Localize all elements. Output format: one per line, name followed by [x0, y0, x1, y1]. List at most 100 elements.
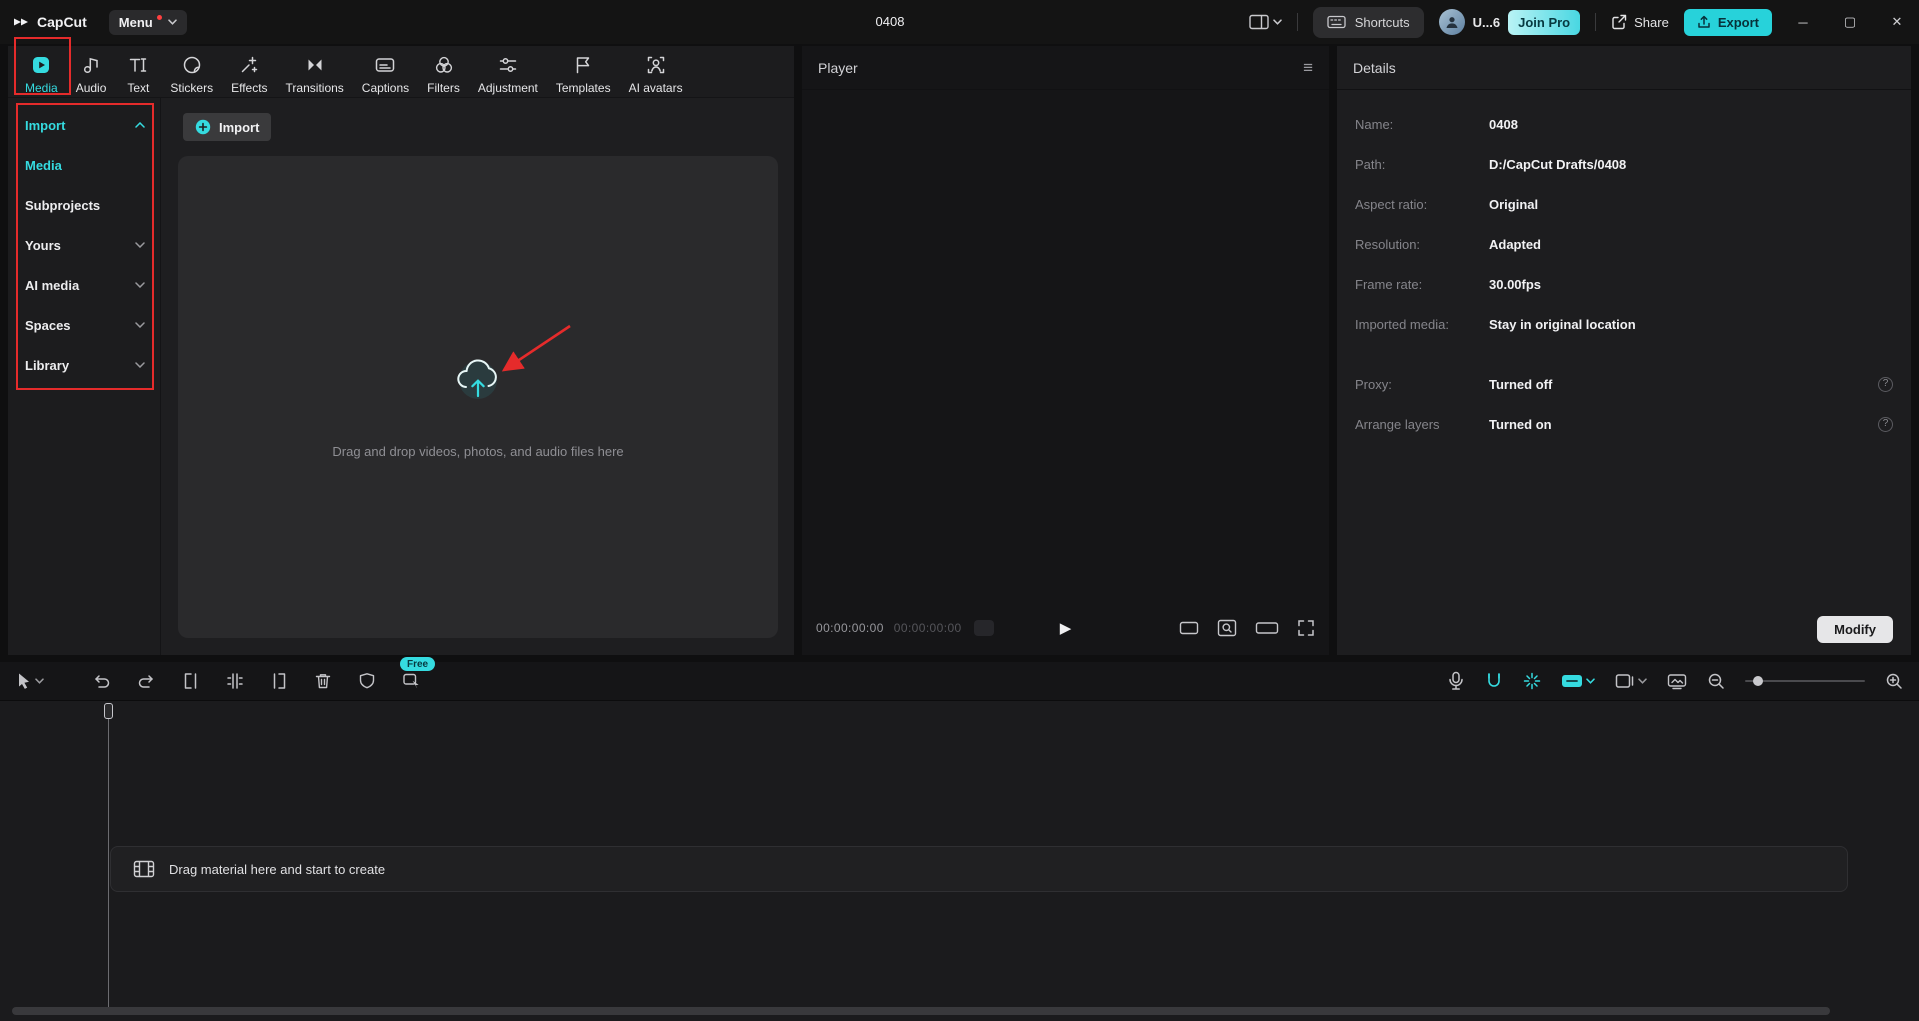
- delete-left-icon[interactable]: [182, 672, 200, 690]
- delete-button[interactable]: [314, 672, 332, 690]
- preview-axis-icon[interactable]: [1615, 673, 1647, 689]
- ratio-icon[interactable]: [1179, 620, 1199, 636]
- share-label: Share: [1634, 15, 1669, 30]
- player-menu-icon[interactable]: ≡: [1303, 58, 1313, 78]
- tab-effects[interactable]: Effects: [222, 52, 276, 97]
- share-icon: [1611, 14, 1627, 30]
- linking-icon[interactable]: [1561, 673, 1595, 689]
- media-sidebar: Import Media Subprojects Yours AI media …: [8, 98, 160, 655]
- cover-settings-icon[interactable]: [1667, 673, 1687, 690]
- tab-label: Audio: [76, 81, 107, 95]
- capcut-logo: CapCut: [12, 14, 87, 30]
- zoom-out-icon[interactable]: [1707, 672, 1725, 690]
- maximize-button[interactable]: ▢: [1834, 0, 1866, 44]
- redo-button[interactable]: [137, 673, 156, 689]
- timeline-zoom-slider[interactable]: [1745, 680, 1865, 682]
- resolution-icon[interactable]: [1255, 621, 1279, 635]
- sidebar-item-subprojects[interactable]: Subprojects: [8, 185, 160, 225]
- tab-audio[interactable]: Audio: [67, 52, 116, 97]
- ai-avatars-tab-icon: [645, 54, 667, 76]
- sidebar-item-import[interactable]: Import: [8, 105, 160, 145]
- track-drop-hint: Drag material here and start to create: [169, 862, 385, 877]
- sidebar-item-label: Subprojects: [25, 198, 100, 213]
- avatar[interactable]: [1439, 9, 1465, 35]
- tab-adjustment[interactable]: Adjustment: [469, 52, 547, 97]
- export-button[interactable]: Export: [1684, 9, 1772, 36]
- minimize-button[interactable]: ─: [1787, 0, 1819, 44]
- tab-label: Filters: [427, 81, 460, 95]
- sidebar-item-label: Yours: [25, 238, 61, 253]
- details-row-resolution: Resolution: Adapted: [1355, 224, 1893, 264]
- sidebar-item-spaces[interactable]: Spaces: [8, 305, 160, 345]
- tab-text[interactable]: Text: [115, 52, 161, 97]
- tab-filters[interactable]: Filters: [418, 52, 469, 97]
- tab-transitions[interactable]: Transitions: [277, 52, 353, 97]
- modify-button[interactable]: Modify: [1817, 616, 1893, 643]
- import-button[interactable]: Import: [183, 113, 271, 141]
- horizontal-scrollbar[interactable]: [12, 1007, 1830, 1015]
- delete-right-icon[interactable]: [270, 672, 288, 690]
- track-drop-area[interactable]: Drag material here and start to create: [110, 846, 1848, 892]
- mask-icon[interactable]: [358, 672, 376, 690]
- free-badge: Free: [400, 657, 435, 671]
- notification-dot: [157, 15, 162, 20]
- playhead-line: [108, 719, 109, 1007]
- sidebar-item-media[interactable]: Media: [8, 145, 160, 185]
- zoom-slider-knob[interactable]: [1753, 676, 1763, 686]
- plus-circle-icon: [195, 119, 211, 135]
- tab-stickers[interactable]: Stickers: [161, 52, 222, 97]
- timeline[interactable]: Drag material here and start to create: [0, 700, 1919, 1021]
- menu-button[interactable]: Menu: [109, 10, 187, 35]
- playhead-head[interactable]: [104, 703, 113, 719]
- audio-tab-icon: [80, 54, 102, 76]
- details-row-name: Name: 0408: [1355, 104, 1893, 144]
- tab-templates[interactable]: Templates: [547, 52, 620, 97]
- tab-media[interactable]: Media: [16, 52, 67, 97]
- sidebar-item-label: Import: [25, 118, 65, 133]
- fit-zoom-icon[interactable]: [1217, 619, 1237, 637]
- join-pro-button[interactable]: Join Pro: [1508, 10, 1580, 35]
- details-row-aspect-ratio: Aspect ratio: Original: [1355, 184, 1893, 224]
- current-time: 00:00:00:00: [816, 621, 884, 635]
- media-content: Import Drag and drop videos, photos, and…: [160, 98, 794, 655]
- shortcuts-button[interactable]: Shortcuts: [1313, 7, 1424, 38]
- magnet-snap-icon[interactable]: [1485, 672, 1503, 690]
- media-tab-icon: [30, 54, 52, 76]
- play-button[interactable]: ▶: [1060, 621, 1072, 636]
- smart-edit-icon[interactable]: Free: [402, 672, 422, 690]
- record-voiceover-icon[interactable]: [1447, 671, 1465, 691]
- split-icon[interactable]: [226, 672, 244, 690]
- close-button[interactable]: ✕: [1881, 0, 1913, 44]
- auto-snap-icon[interactable]: [1523, 672, 1541, 690]
- media-dropzone[interactable]: Drag and drop videos, photos, and audio …: [178, 156, 778, 638]
- share-button[interactable]: Share: [1611, 14, 1669, 30]
- filters-tab-icon: [433, 54, 455, 76]
- info-icon[interactable]: ?: [1878, 417, 1893, 432]
- zoom-in-icon[interactable]: [1885, 672, 1903, 690]
- chevron-down-icon: [168, 19, 177, 25]
- details-row-frame-rate: Frame rate: 30.00fps: [1355, 264, 1893, 304]
- undo-button[interactable]: [92, 673, 111, 689]
- sidebar-item-label: Spaces: [25, 318, 71, 333]
- fullscreen-icon[interactable]: [1297, 619, 1315, 637]
- chevron-up-icon: [135, 122, 145, 128]
- transitions-tab-icon: [304, 54, 326, 76]
- tab-captions[interactable]: Captions: [353, 52, 418, 97]
- info-icon[interactable]: ?: [1878, 377, 1893, 392]
- workspace-layout-icon[interactable]: [1249, 14, 1282, 30]
- logo-text: CapCut: [37, 14, 87, 30]
- sidebar-item-library[interactable]: Library: [8, 345, 160, 385]
- tab-ai-avatars[interactable]: AI avatars: [620, 52, 692, 97]
- tab-label: Transitions: [286, 81, 344, 95]
- tab-label: Text: [127, 81, 149, 95]
- frame-step-icon[interactable]: [974, 620, 994, 636]
- playhead[interactable]: [104, 703, 113, 719]
- select-tool-button[interactable]: [16, 672, 44, 690]
- details-panel: Details Name: 0408 Path: D:/CapCut Draft…: [1337, 46, 1911, 655]
- sidebar-item-yours[interactable]: Yours: [8, 225, 160, 265]
- cloud-upload-icon: [449, 354, 507, 404]
- effects-tab-icon: [238, 54, 260, 76]
- media-panel: Media Audio Text Stickers Effects: [8, 46, 794, 655]
- user-chip[interactable]: U...6 Join Pro: [1439, 9, 1580, 35]
- sidebar-item-ai-media[interactable]: AI media: [8, 265, 160, 305]
